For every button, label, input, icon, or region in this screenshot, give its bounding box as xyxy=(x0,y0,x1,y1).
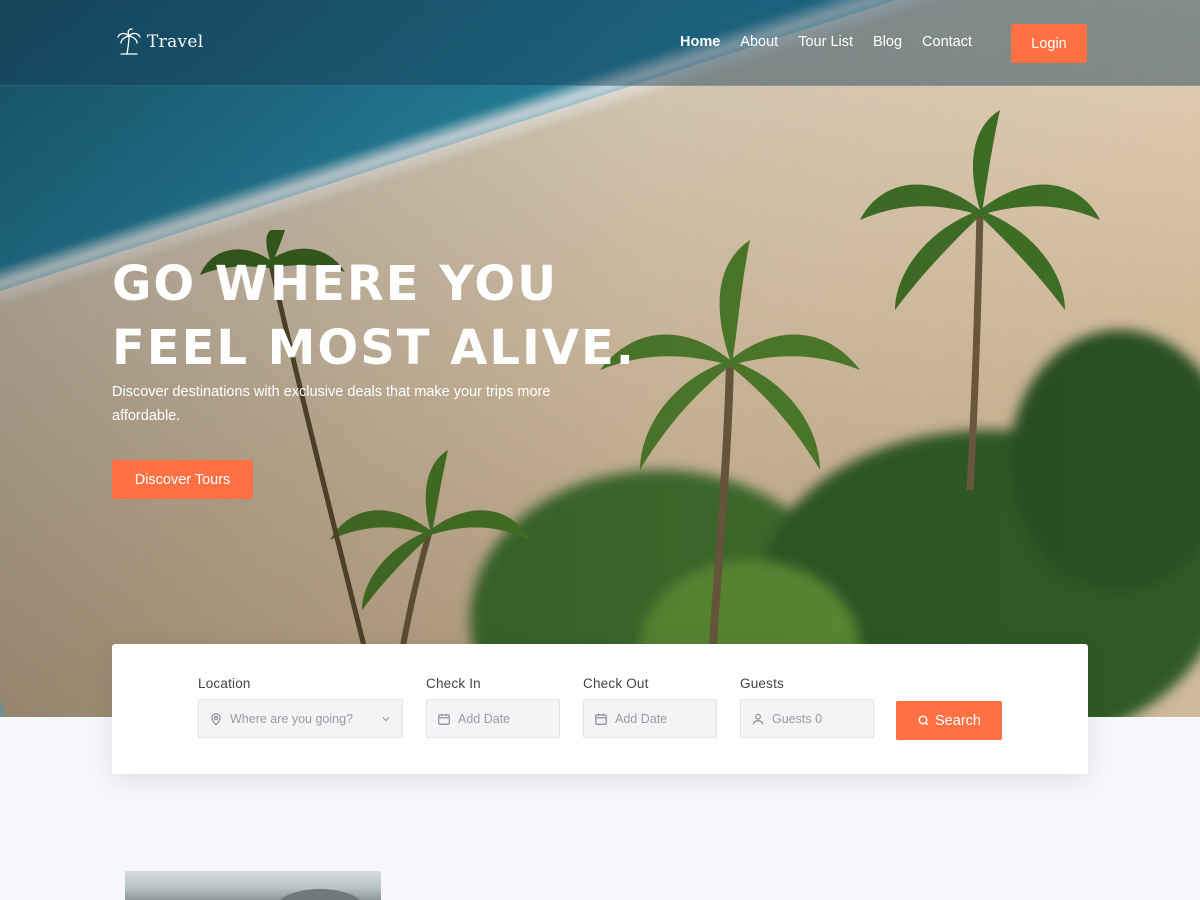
mountain-image xyxy=(275,889,365,900)
guests-label: Guests xyxy=(740,676,784,691)
nav-item-about[interactable]: About xyxy=(740,34,778,50)
search-icon xyxy=(918,715,929,726)
location-placeholder: Where are you going? xyxy=(230,711,353,726)
search-button-label: Search xyxy=(935,712,981,729)
chevron-down-icon xyxy=(382,716,390,721)
top-navbar: Travel Home About Tour List Blog Contact… xyxy=(0,0,1200,86)
check-in-placeholder: Add Date xyxy=(458,711,511,726)
check-out-field: Check Out Add Date xyxy=(583,676,717,738)
location-select[interactable]: Where are you going? xyxy=(198,699,403,738)
tour-card-image[interactable] xyxy=(125,871,381,900)
user-icon xyxy=(752,713,764,724)
search-card: Location Where are you going? Check In A… xyxy=(112,644,1088,774)
search-button[interactable]: Search xyxy=(896,701,1002,740)
login-button[interactable]: Login xyxy=(1011,24,1087,63)
check-out-input[interactable]: Add Date xyxy=(583,699,717,738)
check-in-field: Check In Add Date xyxy=(426,676,560,738)
location-field: Location Where are you going? xyxy=(198,676,403,738)
nav-item-blog[interactable]: Blog xyxy=(873,34,902,50)
guests-placeholder: Guests 0 xyxy=(772,711,823,726)
location-label: Location xyxy=(198,676,251,691)
guests-input[interactable]: Guests 0 xyxy=(740,699,874,738)
palm-tree-icon xyxy=(117,28,141,55)
discover-tours-button[interactable]: Discover Tours xyxy=(112,460,253,499)
check-in-label: Check In xyxy=(426,676,481,691)
hero-headline-line-2: FEEL MOST ALIVE. xyxy=(112,320,637,376)
hero-subtext: Discover destinations with exclusive dea… xyxy=(112,384,551,424)
check-out-placeholder: Add Date xyxy=(615,711,668,726)
calendar-icon xyxy=(595,713,607,725)
guests-field: Guests Guests 0 xyxy=(740,676,874,738)
check-out-label: Check Out xyxy=(583,676,649,691)
brand-name: Travel xyxy=(147,32,204,52)
hero-headline-line-1: GO WHERE YOU xyxy=(112,256,559,312)
check-in-input[interactable]: Add Date xyxy=(426,699,560,738)
brand-logo[interactable]: Travel xyxy=(117,28,204,56)
map-pin-icon xyxy=(211,712,221,726)
nav-item-tour-list[interactable]: Tour List xyxy=(798,34,853,50)
nav-item-home[interactable]: Home xyxy=(680,34,720,50)
nav-menu: Home About Tour List Blog Contact xyxy=(680,34,992,50)
nav-item-contact[interactable]: Contact xyxy=(922,34,972,50)
calendar-icon xyxy=(438,713,450,725)
hero-headline: GO WHERE YOU FEEL MOST ALIVE. xyxy=(112,252,636,380)
